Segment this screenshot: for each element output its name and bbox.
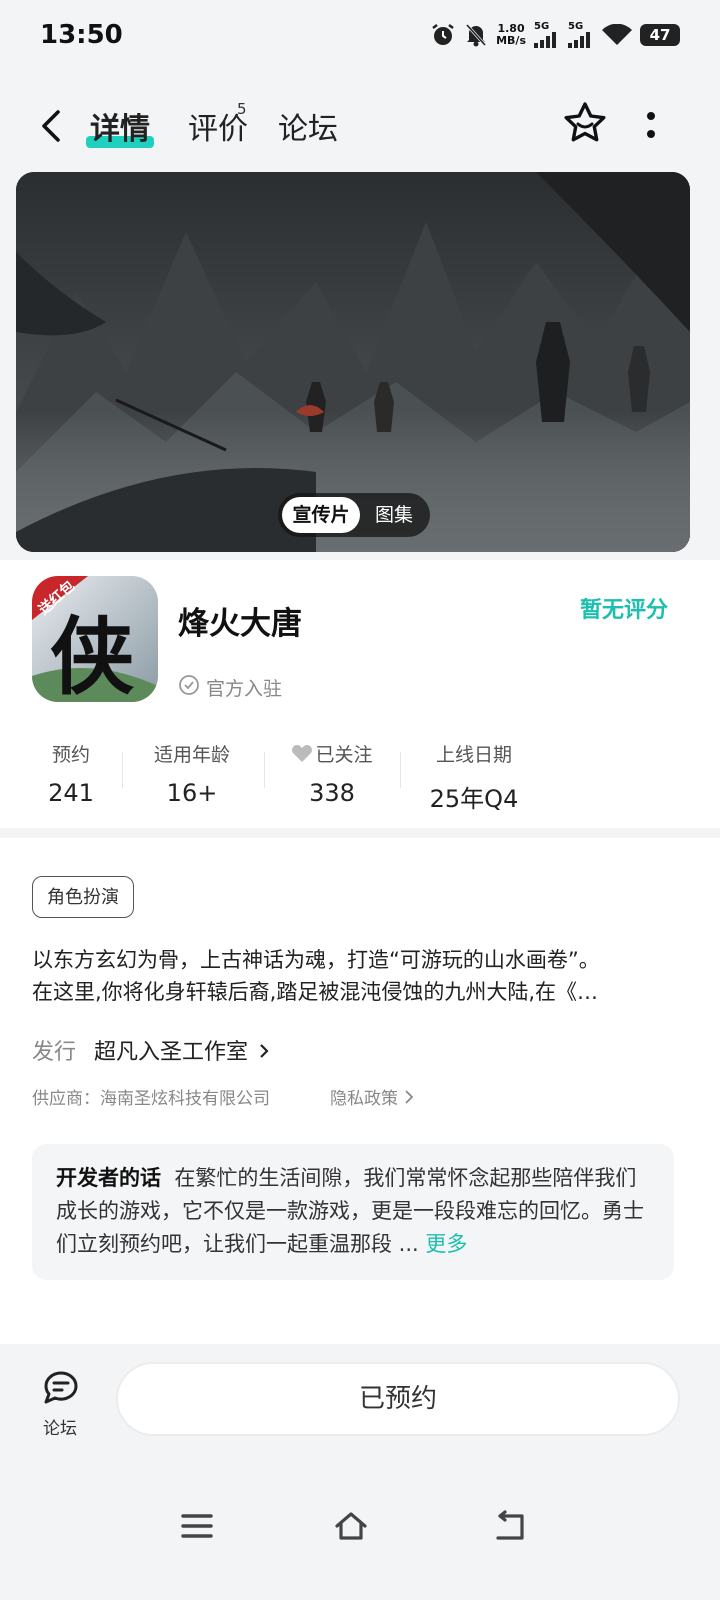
stat-label: 上线日期 — [435, 744, 512, 766]
description-line: 以东方玄幻为骨，上古神话为魂，打造“可游玩的山水画卷”。 — [32, 948, 600, 972]
home-nav-icon[interactable] — [334, 1508, 368, 1544]
reviews-count-badge: 5 — [237, 100, 247, 118]
divider — [400, 752, 401, 788]
stat-value: 338 — [309, 779, 355, 807]
privacy-policy-link[interactable]: 隐私政策 — [330, 1084, 416, 1109]
game-description[interactable]: 以东方玄幻为骨，上古神话为魂，打造“可游玩的山水画卷”。 在这里,你将化身轩辕后… — [32, 944, 682, 1008]
stat-label: 适用年龄 — [153, 744, 230, 766]
status-time: 13:50 — [40, 20, 123, 50]
supplier-text: 供应商：海南圣炫科技有限公司 — [32, 1089, 270, 1109]
mute-bell-icon — [465, 23, 487, 47]
chevron-right-icon — [260, 1044, 269, 1058]
stat-value: 25年Q4 — [429, 785, 519, 813]
menu-nav-icon[interactable] — [180, 1508, 214, 1544]
rating-status: 暂无评分 — [580, 598, 669, 623]
stat-reservations: 预约 241 — [32, 740, 110, 807]
back-arrow-icon[interactable] — [32, 104, 72, 148]
chevron-right-icon — [405, 1090, 414, 1104]
status-icons: 1.80 MB/s 5G 5G 47 — [430, 22, 680, 48]
game-title: 烽火大唐 — [178, 606, 302, 642]
signal-1: 5G — [534, 22, 560, 48]
forum-chat-icon[interactable] — [40, 1368, 82, 1408]
promo-video-option[interactable]: 宣传片 — [282, 497, 360, 533]
forum-label[interactable]: 论坛 — [43, 1414, 77, 1439]
game-app-icon: 送红包 侠 — [32, 576, 158, 702]
publisher-label: 发行 — [32, 1040, 77, 1065]
back-nav-icon[interactable] — [492, 1508, 526, 1544]
stat-age-rating: 适用年龄 16+ — [142, 740, 242, 807]
signal-2: 5G — [568, 22, 594, 48]
stat-label: 预约 — [51, 744, 90, 766]
divider — [264, 752, 265, 788]
publisher-link[interactable]: 超凡入圣工作室 — [94, 1034, 272, 1066]
gallery-option[interactable]: 图集 — [362, 497, 426, 533]
tab-details[interactable]: 详情 — [90, 104, 150, 148]
developer-note: 开发者的话 在繁忙的生活间隙，我们常常怀念起那些陪伴我们成长的游戏，它不仅是一款… — [56, 1162, 652, 1261]
media-toggle: 宣传片 图集 — [278, 493, 430, 537]
favorite-star-icon[interactable] — [562, 100, 608, 146]
stat-value: 16+ — [166, 779, 218, 807]
signal-icon — [534, 32, 556, 48]
description-line: 在这里,你将化身轩辕后裔,踏足被混沌侵蚀的九州大陆,在《… — [32, 980, 599, 1004]
more-link[interactable]: 更多 — [425, 1232, 467, 1256]
developer-note-title: 开发者的话 — [56, 1166, 161, 1190]
reserved-button[interactable]: 已预约 — [116, 1362, 680, 1436]
stat-release-date: 上线日期 25年Q4 — [424, 740, 524, 814]
net-speed: 1.80 MB/s — [496, 22, 526, 47]
heart-icon — [292, 745, 313, 762]
icon-glyph: 侠 — [50, 608, 135, 702]
verified-check-icon — [179, 675, 199, 695]
stat-value: 241 — [48, 779, 94, 807]
stat-followers[interactable]: 已关注 338 — [282, 740, 382, 807]
genre-tag[interactable]: 角色扮演 — [32, 876, 134, 918]
stat-label: 已关注 — [282, 740, 382, 767]
official-label: 官方入驻 — [206, 678, 283, 700]
alarm-icon — [432, 24, 454, 45]
battery-indicator: 47 — [640, 24, 680, 46]
divider — [122, 752, 123, 788]
more-options-icon[interactable] — [640, 106, 662, 146]
tab-forum[interactable]: 论坛 — [278, 104, 338, 148]
signal-icon — [568, 32, 590, 48]
wifi-icon — [602, 24, 632, 45]
